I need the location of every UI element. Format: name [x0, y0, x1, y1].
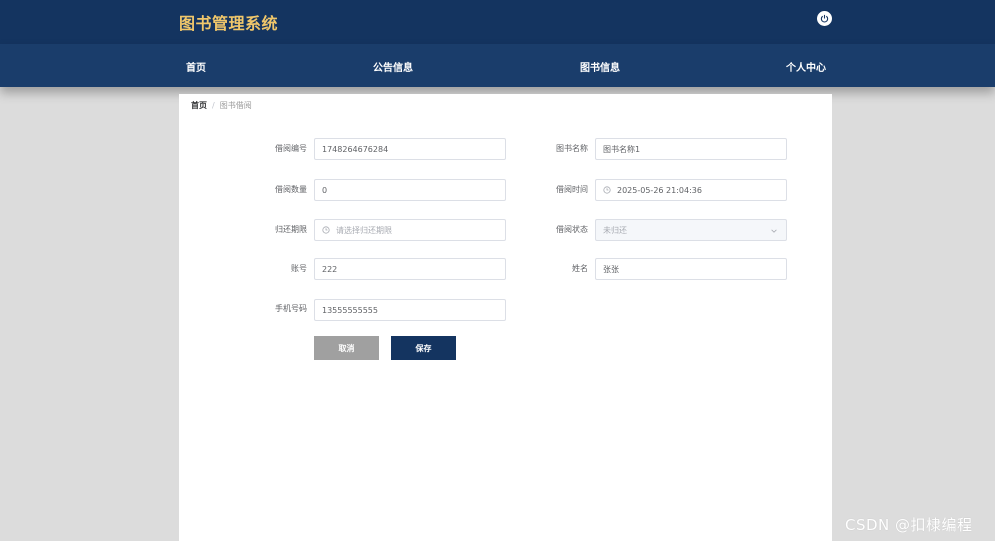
- borrow-time-value: 2025-05-26 21:04:36: [617, 185, 702, 195]
- chevron-down-icon: [771, 229, 777, 233]
- nav-item-profile[interactable]: 个人中心: [786, 59, 826, 74]
- borrow-qty-value: 0: [322, 185, 328, 195]
- nav-item-books[interactable]: 图书信息: [580, 59, 620, 74]
- return-deadline-picker[interactable]: 请选择归还期限: [314, 219, 506, 241]
- return-deadline-label: 归还期限: [275, 225, 307, 234]
- clock-icon: [603, 186, 611, 194]
- borrow-qty-input[interactable]: 0: [314, 179, 506, 201]
- book-name-label: 图书名称: [556, 144, 588, 153]
- phone-value: 13555555555: [322, 305, 378, 315]
- content-panel: 首页 / 图书借阅 借阅编号 1748264676284 图书名称 图书名称1 借阅…: [179, 94, 832, 541]
- breadcrumb-current: 图书借阅: [219, 101, 252, 110]
- breadcrumb-home[interactable]: 首页: [191, 101, 207, 110]
- main-nav: 首页 公告信息 图书信息 个人中心: [0, 44, 995, 87]
- clock-icon: [322, 226, 330, 234]
- save-button[interactable]: 保存: [391, 336, 456, 360]
- book-name-value: 图书名称1: [603, 144, 641, 154]
- borrow-qty-label: 借阅数量: [275, 185, 307, 194]
- phone-label: 手机号码: [275, 304, 307, 313]
- book-name-input[interactable]: 图书名称1: [595, 138, 787, 160]
- top-header: 图书管理系统: [0, 0, 995, 44]
- breadcrumb: 首页 / 图书借阅: [191, 100, 252, 111]
- nav-item-announcements[interactable]: 公告信息: [373, 59, 413, 74]
- watermark: CSDN @扣棣编程: [845, 516, 973, 534]
- phone-input[interactable]: 13555555555: [314, 299, 506, 321]
- borrow-status-select[interactable]: 未归还: [595, 219, 787, 241]
- return-deadline-placeholder: 请选择归还期限: [336, 225, 392, 235]
- borrow-no-input[interactable]: 1748264676284: [314, 138, 506, 160]
- cancel-button[interactable]: 取消: [314, 336, 379, 360]
- nav-item-home[interactable]: 首页: [186, 59, 206, 74]
- borrow-no-value: 1748264676284: [322, 144, 389, 154]
- account-label: 账号: [291, 264, 307, 273]
- name-label: 姓名: [572, 264, 588, 273]
- borrow-time-label: 借阅时间: [556, 185, 588, 194]
- borrow-no-label: 借阅编号: [275, 144, 307, 153]
- app-title: 图书管理系统: [179, 14, 279, 33]
- borrow-status-value: 未归还: [603, 225, 627, 235]
- borrow-time-picker[interactable]: 2025-05-26 21:04:36: [595, 179, 787, 201]
- account-input[interactable]: 222: [314, 258, 506, 280]
- name-value: 张张: [603, 264, 619, 274]
- name-input[interactable]: 张张: [595, 258, 787, 280]
- account-value: 222: [322, 264, 338, 274]
- power-icon[interactable]: [817, 11, 832, 26]
- breadcrumb-separator: /: [212, 101, 215, 110]
- borrow-status-label: 借阅状态: [556, 225, 588, 234]
